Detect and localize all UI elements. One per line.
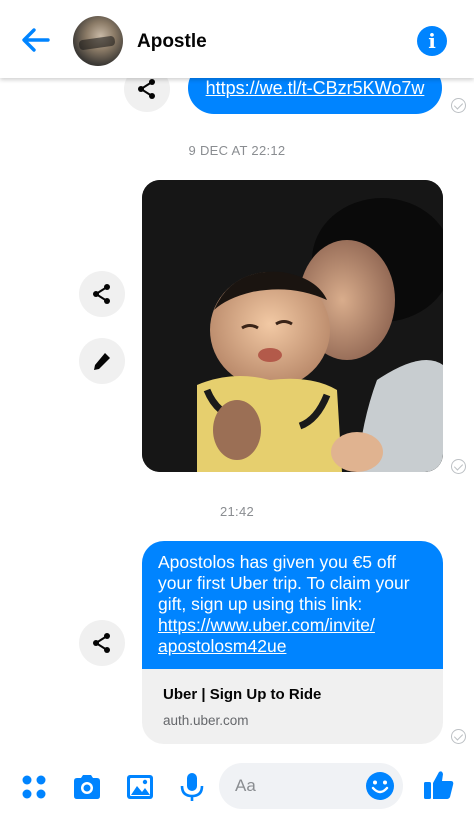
link-preview-domain: auth.uber.com: [163, 713, 249, 728]
image-icon: [127, 775, 153, 799]
share-button[interactable]: [79, 620, 125, 666]
emoji-button[interactable]: [365, 771, 395, 801]
camera-button[interactable]: [71, 771, 103, 803]
timestamp: 21:42: [219, 504, 255, 519]
contact-name[interactable]: Apostle: [137, 31, 207, 53]
smiley-icon: [366, 772, 394, 800]
more-actions-button[interactable]: [18, 771, 50, 803]
back-arrow-icon: [22, 28, 50, 52]
timestamp: 9 DEC AT 22:12: [188, 143, 286, 158]
seen-check-icon: [451, 729, 466, 744]
uber-invite-message: Apostolos has given you €5 off your firs…: [142, 541, 443, 744]
share-icon: [93, 284, 110, 304]
microphone-icon: [180, 773, 204, 801]
shared-photo[interactable]: [142, 180, 443, 472]
share-button[interactable]: [79, 271, 125, 317]
conversation-header: Apostle i: [0, 0, 474, 78]
share-icon: [93, 633, 110, 653]
seen-check-icon: [451, 98, 466, 113]
seen-check-icon: [451, 459, 466, 474]
contact-avatar[interactable]: [73, 16, 123, 66]
message-text-line: gift, sign up using this link:: [158, 594, 363, 614]
gallery-button[interactable]: [124, 771, 156, 803]
invite-link[interactable]: apostolosm42ue: [158, 636, 427, 657]
voice-record-button[interactable]: [176, 771, 208, 803]
four-dots-icon: [22, 775, 46, 799]
thumbs-up-icon: [424, 771, 454, 799]
link-message-text[interactable]: https://we.tl/t-CBzr5KWo7w: [206, 78, 425, 98]
link-preview-title: Uber | Sign Up to Ride: [163, 686, 322, 703]
camera-icon: [74, 775, 100, 799]
photo-image: [142, 180, 443, 472]
message-text-line: Apostolos has given you €5 off: [158, 552, 397, 572]
link-preview-card[interactable]: Uber | Sign Up to Ride auth.uber.com: [142, 669, 443, 744]
info-button[interactable]: i: [417, 26, 447, 56]
message-bubble: Apostolos has given you €5 off your firs…: [142, 541, 443, 669]
edit-image-button[interactable]: [79, 338, 125, 384]
pencil-icon: [94, 353, 110, 370]
info-icon: i: [428, 29, 436, 53]
message-text-line: your first Uber trip. To claim your: [158, 573, 410, 593]
invite-link[interactable]: https://www.uber.com/invite/: [158, 615, 427, 636]
back-button[interactable]: [16, 22, 56, 58]
share-icon: [138, 79, 155, 99]
like-button[interactable]: [422, 768, 456, 802]
